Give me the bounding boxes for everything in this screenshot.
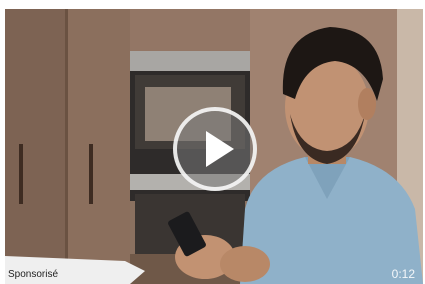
play-icon [206, 131, 234, 167]
sponsored-label: Sponsorisé [8, 269, 59, 280]
video-player[interactable]: Sponsorisé 0:12 [5, 9, 423, 284]
play-button[interactable] [173, 107, 257, 191]
video-duration: 0:12 [391, 267, 415, 281]
